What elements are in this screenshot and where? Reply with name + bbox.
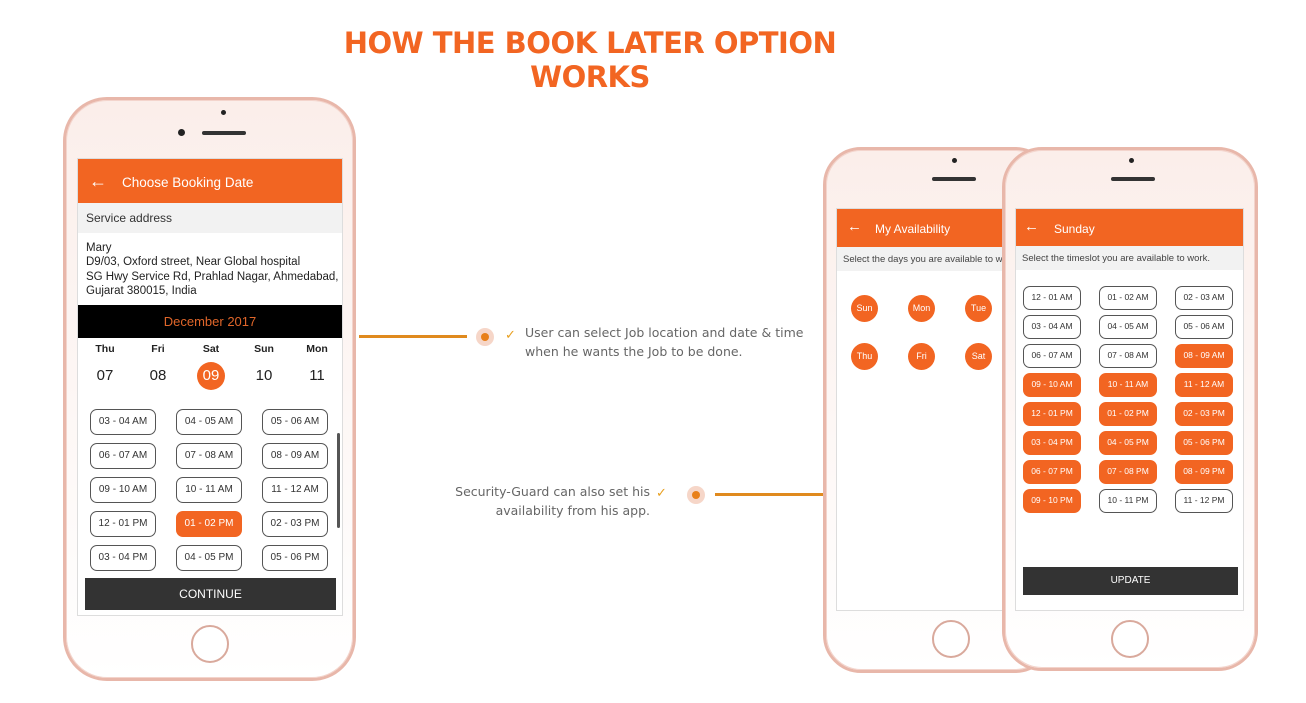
day-name: Sat: [202, 343, 220, 355]
time-slot[interactable]: 05 - 06 AM: [262, 409, 328, 435]
time-slot[interactable]: 04 - 05 PM: [1099, 431, 1157, 455]
date-08[interactable]: 08: [138, 367, 178, 384]
time-slot[interactable]: 02 - 03 PM: [262, 511, 328, 537]
day-toggle[interactable]: Mon: [908, 295, 935, 322]
back-arrow-icon[interactable]: ←: [1024, 218, 1039, 235]
day-toggle[interactable]: Sat: [965, 343, 992, 370]
time-slot[interactable]: 04 - 05 AM: [1099, 315, 1157, 339]
time-slot[interactable]: 09 - 10 AM: [1023, 373, 1081, 397]
time-slot[interactable]: 07 - 08 AM: [176, 443, 242, 469]
home-button[interactable]: [932, 620, 970, 658]
time-slot[interactable]: 01 - 02 PM: [176, 511, 242, 537]
marker-dot: [687, 486, 705, 504]
day-toggle[interactable]: Thu: [851, 343, 878, 370]
time-slot[interactable]: 09 - 10 AM: [90, 477, 156, 503]
address-line: Gujarat 380015, India: [86, 284, 197, 297]
user-note: User can select Job location and date & …: [525, 325, 804, 359]
page-title: HOW THE BOOK LATER OPTION WORKS: [343, 26, 837, 94]
time-slot[interactable]: 02 - 03 PM: [1175, 402, 1233, 426]
time-slot[interactable]: 03 - 04 AM: [1023, 315, 1081, 339]
home-button[interactable]: [191, 625, 229, 663]
time-slot[interactable]: 03 - 04 PM: [1023, 431, 1081, 455]
time-slot[interactable]: 06 - 07 PM: [1023, 460, 1081, 484]
address-line: SG Hwy Service Rd, Prahlad Nagar, Ahmeda…: [86, 270, 339, 283]
time-slot[interactable]: 08 - 09 AM: [1175, 344, 1233, 368]
date-11[interactable]: 11: [297, 367, 337, 384]
time-slot[interactable]: 02 - 03 AM: [1175, 286, 1233, 310]
marker-dot: [476, 328, 494, 346]
time-slot[interactable]: 08 - 09 PM: [1175, 460, 1233, 484]
time-slot[interactable]: 05 - 06 PM: [262, 545, 328, 571]
day-name: Fri: [151, 343, 165, 355]
time-slot[interactable]: 12 - 01 PM: [90, 511, 156, 537]
time-slot[interactable]: 09 - 10 PM: [1023, 489, 1081, 513]
header-title: Sunday: [1054, 222, 1095, 236]
connector-line: [359, 335, 467, 338]
check-circle-icon: ✓︎: [656, 485, 667, 500]
camera: [178, 129, 185, 136]
time-slot[interactable]: 07 - 08 AM: [1099, 344, 1157, 368]
time-slot[interactable]: 04 - 05 AM: [176, 409, 242, 435]
time-slot[interactable]: 01 - 02 PM: [1099, 402, 1157, 426]
update-label: UPDATE: [1110, 575, 1151, 586]
time-slot[interactable]: 11 - 12 PM: [1175, 489, 1233, 513]
connector-line: [715, 493, 823, 496]
time-slot[interactable]: 10 - 11 PM: [1099, 489, 1157, 513]
time-slot[interactable]: 10 - 11 AM: [1099, 373, 1157, 397]
update-button[interactable]: UPDATE: [1023, 567, 1238, 595]
back-arrow-icon[interactable]: ←: [847, 218, 862, 235]
continue-button[interactable]: CONTINUE: [85, 578, 336, 610]
time-slot[interactable]: 06 - 07 AM: [1023, 344, 1081, 368]
date-09[interactable]: 09: [191, 367, 231, 384]
time-slot[interactable]: 11 - 12 AM: [262, 477, 328, 503]
month-label: December 2017: [163, 314, 257, 329]
month-bar: December 2017: [78, 305, 342, 338]
speaker: [202, 131, 246, 135]
time-slot[interactable]: 08 - 09 AM: [262, 443, 328, 469]
time-slot[interactable]: 12 - 01 AM: [1023, 286, 1081, 310]
speaker: [1111, 177, 1155, 181]
day-name: Sun: [254, 343, 274, 355]
time-slot[interactable]: 05 - 06 AM: [1175, 315, 1233, 339]
day-toggle[interactable]: Sun: [851, 295, 878, 322]
day-toggle[interactable]: Fri: [908, 343, 935, 370]
instruction: Select the days you are available to w: [843, 254, 1003, 265]
address-line: Mary: [86, 242, 112, 254]
address-line: D9/03, Oxford street, Near Global hospit…: [86, 256, 301, 269]
booking-screen: ← Choose Booking Date Service address Ma…: [77, 158, 343, 616]
instruction: Select the timeslot you are available to…: [1022, 253, 1210, 264]
section-label: Service address: [86, 211, 173, 225]
time-slot[interactable]: 11 - 12 AM: [1175, 373, 1233, 397]
app-header: ← Sunday: [1016, 209, 1243, 246]
day-name: Mon: [306, 343, 328, 355]
time-slot[interactable]: 04 - 05 PM: [176, 545, 242, 571]
address: Mary D9/03, Oxford street, Near Global ho…: [86, 241, 339, 298]
time-slot[interactable]: 01 - 02 AM: [1099, 286, 1157, 310]
speaker: [932, 177, 976, 181]
date-10[interactable]: 10: [244, 367, 284, 384]
back-arrow-icon[interactable]: ←: [89, 171, 107, 192]
day-name: Thu: [95, 343, 115, 355]
app-header: ← Choose Booking Date: [78, 159, 342, 203]
check-circle-icon: ✓︎: [505, 327, 516, 342]
time-slot[interactable]: 03 - 04 PM: [90, 545, 156, 571]
scrollbar[interactable]: [337, 433, 340, 528]
day-toggle[interactable]: Tue: [965, 295, 992, 322]
home-button[interactable]: [1111, 620, 1149, 658]
date-07[interactable]: 07: [85, 367, 125, 384]
timeslot-screen: ← Sunday Select the timeslot you are ava…: [1015, 208, 1244, 611]
time-slot[interactable]: 06 - 07 AM: [90, 443, 156, 469]
time-slot[interactable]: 07 - 08 PM: [1099, 460, 1157, 484]
guard-note: Security-Guard can also set his availabi…: [455, 484, 650, 518]
time-slot[interactable]: 05 - 06 PM: [1175, 431, 1233, 455]
header-title: Choose Booking Date: [122, 175, 254, 190]
continue-label: CONTINUE: [179, 587, 242, 601]
time-slot[interactable]: 12 - 01 PM: [1023, 402, 1081, 426]
time-slot[interactable]: 10 - 11 AM: [176, 477, 242, 503]
header-title: My Availability: [875, 222, 951, 236]
time-slot[interactable]: 03 - 04 AM: [90, 409, 156, 435]
